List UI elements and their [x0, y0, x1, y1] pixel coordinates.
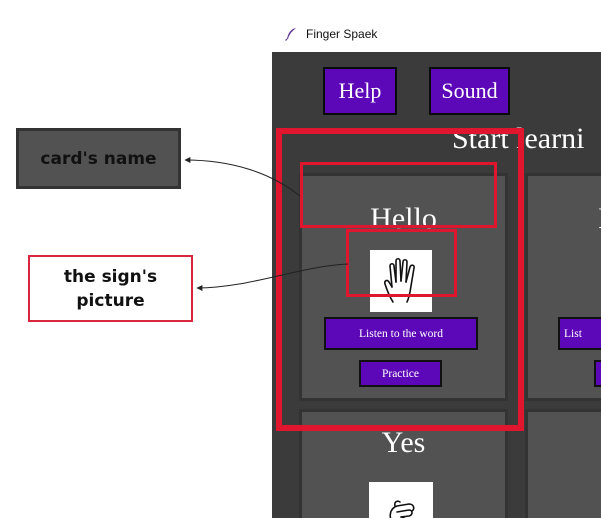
sign-picture-arrow	[196, 263, 349, 291]
annotation-arrows	[184, 157, 349, 291]
card-name-arrow	[184, 157, 301, 197]
